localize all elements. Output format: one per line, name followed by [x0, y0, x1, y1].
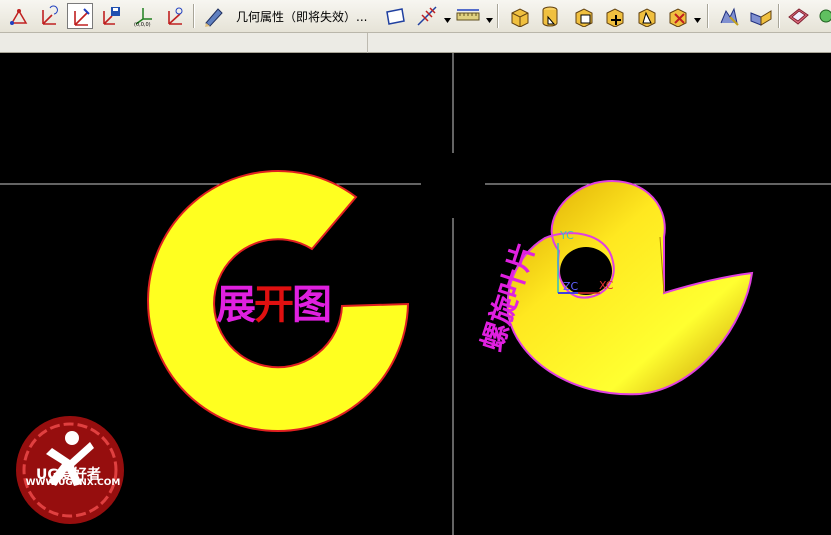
- helical-blade-shape[interactable]: [506, 180, 754, 396]
- flattened-blade-label: 展开图: [216, 272, 332, 330]
- axis-label-xc: XC: [599, 279, 614, 292]
- toolbar-separator: [707, 4, 709, 28]
- intersect-icon[interactable]: [664, 3, 690, 29]
- extract-icon[interactable]: [716, 3, 742, 29]
- wcs-origin-icon[interactable]: [36, 3, 62, 29]
- sketch-plane-icon[interactable]: [382, 3, 408, 29]
- toolbar-separator: [778, 4, 780, 28]
- chevron-down-icon[interactable]: [444, 18, 451, 23]
- label-char: 图: [292, 282, 332, 328]
- cylinder-icon[interactable]: [537, 3, 563, 29]
- toolbar-separator: [497, 4, 499, 28]
- box-icon[interactable]: [506, 3, 532, 29]
- wcs-save-icon[interactable]: [98, 3, 124, 29]
- label-char: 展: [216, 282, 256, 328]
- svg-text:(0,0,0): (0,0,0): [134, 22, 151, 27]
- label-char: 开: [254, 282, 294, 328]
- chevron-down-icon[interactable]: [694, 18, 701, 23]
- subtract-icon[interactable]: [633, 3, 659, 29]
- wcs-rotate-icon[interactable]: [67, 3, 93, 29]
- geometry-properties-label[interactable]: 几何属性（即将失效）...: [236, 8, 367, 25]
- wcs-dynamics-icon[interactable]: [6, 3, 32, 29]
- toolbar-divider: [367, 33, 368, 53]
- wcs-absolute-icon[interactable]: (0,0,0): [130, 3, 156, 29]
- wcs-orient-icon[interactable]: [162, 3, 188, 29]
- datum-axis-icon[interactable]: [414, 3, 440, 29]
- surface-icon[interactable]: [747, 3, 773, 29]
- unite-icon[interactable]: [601, 3, 627, 29]
- watermark-url: WWW.UGSNX.COM: [25, 478, 121, 488]
- axis-label-yc: YC: [559, 229, 574, 242]
- edit-object-display-icon[interactable]: [200, 3, 226, 29]
- main-toolbar: (0,0,0) 几何属性（即将失效）...: [0, 0, 831, 33]
- toolbar-separator: [193, 4, 195, 28]
- render-icon[interactable]: [816, 3, 831, 29]
- chevron-down-icon[interactable]: [486, 18, 493, 23]
- axis-label-zc: ZC: [563, 280, 579, 293]
- sew-icon[interactable]: [785, 3, 811, 29]
- cone-icon[interactable]: [570, 3, 596, 29]
- measure-distance-icon[interactable]: [453, 3, 483, 29]
- secondary-toolbar: [0, 33, 831, 53]
